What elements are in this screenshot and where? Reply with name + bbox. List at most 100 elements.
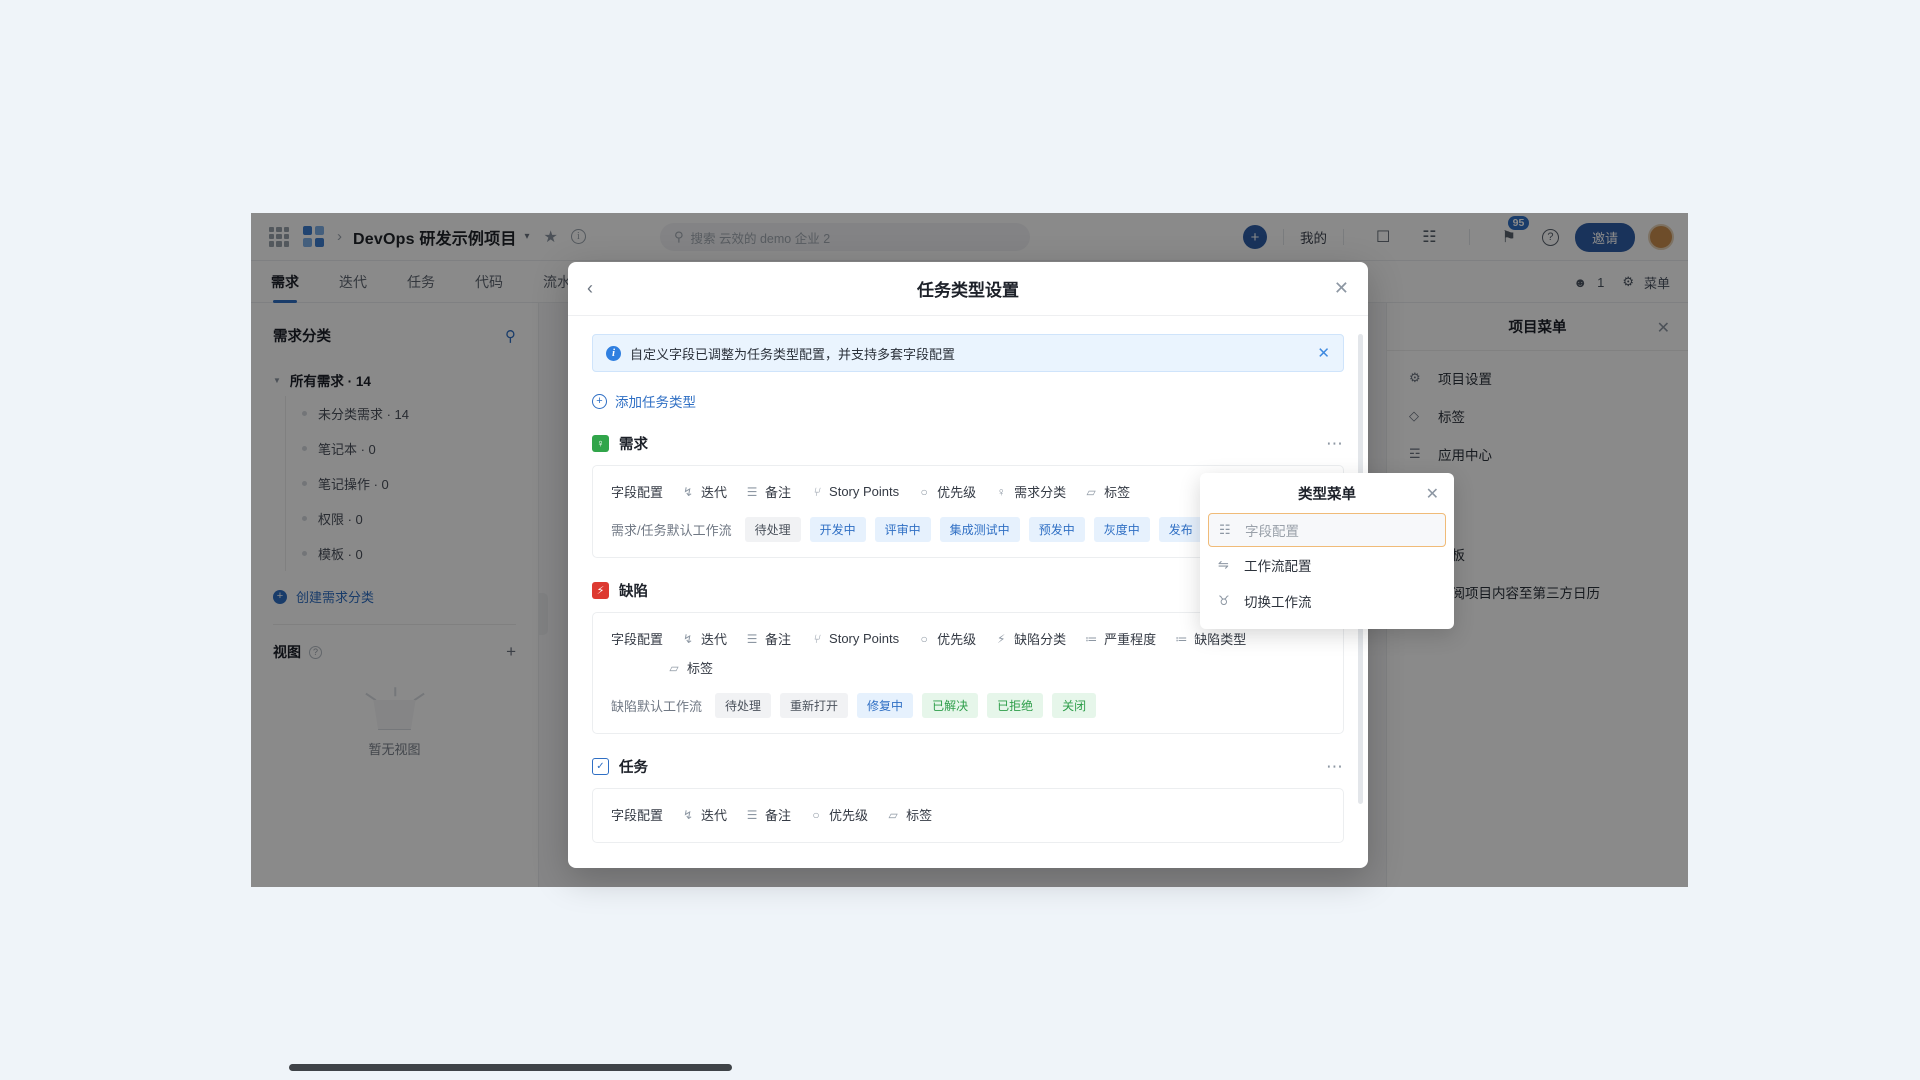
field-item[interactable]: ♀ 需求分类 (994, 479, 1067, 504)
avatar[interactable] (1648, 224, 1674, 250)
field-item[interactable]: ☰ 备注 (745, 479, 791, 504)
list-item-label: 笔记本 · 0 (318, 442, 376, 457)
menu-item-workflow-config[interactable]: ⇋ 工作流配置 (1200, 547, 1454, 583)
field-config-label[interactable]: 字段配置 (611, 802, 663, 827)
mine-link[interactable]: 我的 (1300, 227, 1327, 247)
field-item[interactable]: ⑂ Story Points (809, 481, 899, 502)
close-icon[interactable]: ✕ (1317, 344, 1330, 362)
calendar-icon[interactable]: ☐ (1376, 227, 1390, 247)
status-badge[interactable]: 集成测试中 (939, 517, 1020, 542)
notification-badge: 95 (1507, 216, 1530, 230)
invite-button[interactable]: 邀请 (1574, 222, 1635, 252)
status-badge[interactable]: 预发中 (1028, 517, 1085, 542)
create-category-button[interactable]: + 创建需求分类 (251, 571, 538, 606)
workspace-logo-icon[interactable] (303, 225, 325, 248)
create-category-label: 创建需求分类 (296, 590, 375, 605)
field-item[interactable]: ⚡ 缺陷分类 (994, 626, 1066, 651)
close-icon[interactable]: ✕ (1426, 484, 1439, 504)
field-item[interactable]: ↯ 迭代 (681, 802, 727, 827)
field-item[interactable]: ○ 优先级 (917, 626, 977, 651)
close-icon[interactable]: ✕ (1657, 318, 1670, 338)
iteration-icon: ↯ (682, 807, 694, 822)
field-list: 字段配置 ↯ 迭代 ☰ 备注 ○ 优先级 ▱ 标签 (611, 802, 1325, 827)
info-icon[interactable]: i (570, 229, 586, 244)
status-badge[interactable]: 开发中 (809, 517, 866, 542)
info-banner-text: 自定义字段已调整为任务类型配置，并支持多套字段配置 (630, 346, 956, 362)
priority-icon: ○ (812, 807, 820, 822)
message-icon[interactable]: ☷ (1422, 227, 1436, 247)
star-icon[interactable]: ★ (544, 227, 558, 247)
list-item[interactable]: 模板 · 0 (286, 536, 538, 571)
type-more-button[interactable]: ⋯ (1326, 435, 1344, 452)
status-badge[interactable]: 发布 (1158, 517, 1203, 542)
dialog-title: 任务类型设置 (917, 281, 1019, 300)
field-config-label[interactable]: 字段配置 (611, 479, 663, 504)
tab-requirements[interactable]: 需求 (251, 261, 319, 303)
type-menu-title: 类型菜单 (1298, 486, 1356, 503)
field-item[interactable]: ▱ 标签 (667, 655, 713, 680)
add-task-type-button[interactable]: + 添加任务类型 (592, 391, 1344, 411)
tab-tasks[interactable]: 任务 (387, 261, 455, 303)
back-icon[interactable]: ‹ (587, 278, 593, 299)
search-icon: ⚲ (674, 229, 684, 244)
settings-icon[interactable]: ⚙ (1622, 274, 1634, 290)
field-item[interactable]: ↯ 迭代 (681, 626, 727, 651)
list-item[interactable]: 笔记本 · 0 (286, 431, 538, 466)
field-item[interactable]: ↯ 迭代 (681, 479, 727, 504)
drawer-item-tags[interactable]: ◇ 标签 (1387, 397, 1688, 435)
screen: › DevOps 研发示例项目 ▾ ★ i ⚲ 搜索 云效的 demo 企业 2… (0, 0, 1920, 1080)
field-item[interactable]: ☰ 备注 (745, 626, 791, 651)
status-badge[interactable]: 重新打开 (780, 693, 849, 718)
status-badge[interactable]: 待处理 (715, 693, 772, 718)
status-badge[interactable]: 已解决 (922, 693, 979, 718)
menu-item-switch-workflow[interactable]: ♉ 切换工作流 (1200, 583, 1454, 619)
sidebar-collapse-handle[interactable] (539, 593, 548, 635)
status-badge[interactable]: 灰度中 (1093, 517, 1150, 542)
list-item[interactable]: 未分类需求 · 14 (286, 396, 538, 431)
status-badge[interactable]: 待处理 (744, 517, 801, 542)
status-badge[interactable]: 修复中 (857, 693, 914, 718)
type-more-button[interactable]: ⋯ (1326, 758, 1344, 775)
notification-bell-icon[interactable]: ⚑ 95 (1502, 216, 1530, 247)
field-item[interactable]: ○ 优先级 (917, 479, 977, 504)
add-view-button[interactable]: + (506, 642, 516, 662)
switch-workflow-icon: ♉ (1218, 593, 1230, 608)
field-item[interactable]: ○ 优先级 (809, 802, 868, 827)
search-icon[interactable]: ⚲ (505, 327, 516, 345)
horizontal-scrollbar[interactable] (289, 1064, 732, 1071)
list-item[interactable]: 权限 · 0 (286, 501, 538, 536)
status-badge[interactable]: 关闭 (1052, 693, 1097, 718)
tab-iterations[interactable]: 迭代 (319, 261, 387, 303)
members-icon[interactable]: ☻ (1573, 275, 1587, 290)
field-item[interactable]: ☰ 备注 (745, 802, 791, 827)
chevron-down-icon[interactable]: ▾ (525, 231, 530, 242)
status-badge[interactable]: 已拒绝 (987, 693, 1044, 718)
status-badge[interactable]: 评审中 (874, 517, 931, 542)
type-card-task: 字段配置 ↯ 迭代 ☰ 备注 ○ 优先级 ▱ 标签 (592, 788, 1344, 843)
project-name[interactable]: DevOps 研发示例项目 (353, 225, 517, 249)
list-item[interactable]: 笔记操作 · 0 (286, 466, 538, 501)
drawer-item-project-settings[interactable]: ⚙ 项目设置 (1387, 359, 1688, 397)
field-config-label[interactable]: 字段配置 (611, 626, 663, 651)
info-banner: i 自定义字段已调整为任务类型配置，并支持多套字段配置 ✕ (592, 334, 1344, 372)
nav-right-actions: ☻ 1 ⚙ 菜单 (1573, 261, 1670, 303)
field-item[interactable]: ▱ 标签 (886, 802, 932, 827)
grid-apps-icon[interactable] (269, 226, 289, 247)
field-item[interactable]: ▱ 标签 (1084, 479, 1131, 504)
chevron-down-icon[interactable]: ▼ (273, 376, 281, 385)
menu-item-field-config[interactable]: ☷ 字段配置 (1208, 513, 1446, 547)
create-button[interactable]: + (1242, 225, 1267, 249)
help-icon[interactable]: ? (1541, 228, 1559, 246)
tree-root-all[interactable]: ▼ 所有需求 · 14 (251, 364, 538, 396)
field-item[interactable]: ≔ 严重程度 (1084, 626, 1156, 651)
drawer-item-app-center[interactable]: ☲ 应用中心 (1387, 435, 1688, 473)
help-icon[interactable]: ? (309, 645, 322, 659)
close-icon[interactable]: ✕ (1334, 278, 1349, 299)
field-item[interactable]: ⑂ Story Points (809, 628, 899, 649)
tab-code[interactable]: 代码 (455, 261, 523, 303)
field-item[interactable]: ≔ 缺陷类型 (1174, 626, 1246, 651)
search-input[interactable]: ⚲ 搜索 云效的 demo 企业 2 (660, 223, 1030, 251)
empty-box-icon (361, 687, 429, 730)
type-name: 需求 (619, 437, 648, 453)
menu-label[interactable]: 菜单 (1644, 273, 1670, 292)
